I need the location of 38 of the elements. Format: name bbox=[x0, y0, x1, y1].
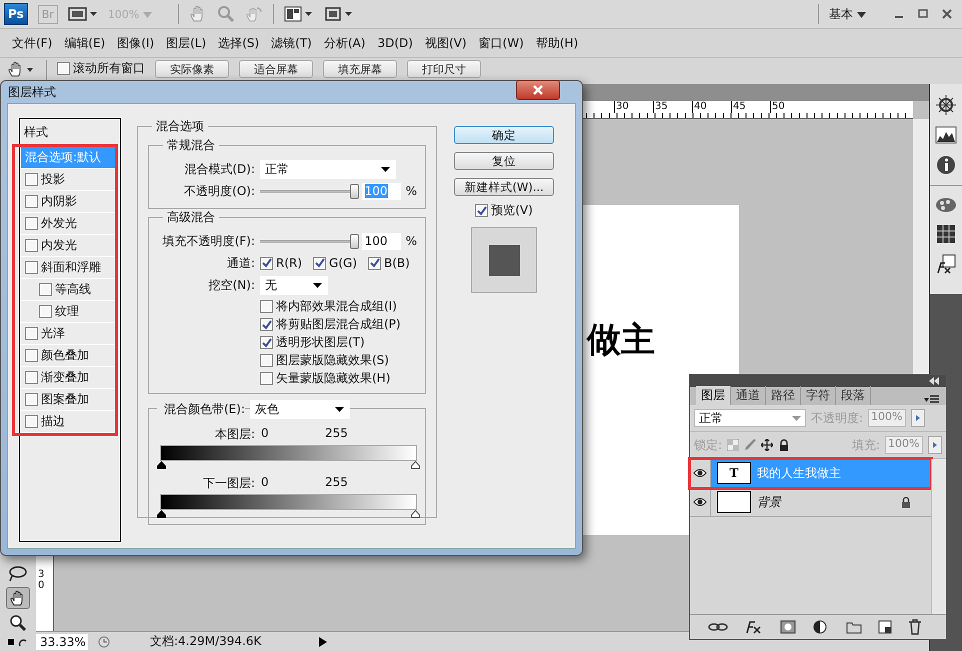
unit-label: % bbox=[406, 184, 417, 198]
field-label: 混合颜色带(E): bbox=[157, 400, 245, 418]
low-value: 0 bbox=[260, 426, 270, 442]
band-label: 下一图层: bbox=[202, 475, 255, 492]
unit-label: % bbox=[406, 234, 417, 248]
group-title: 高级混合 bbox=[163, 209, 219, 226]
group-title: 常规混合 bbox=[163, 137, 219, 154]
styles-heading: 样式 bbox=[23, 124, 49, 141]
checkbox-label: 滚动所有窗口 bbox=[73, 60, 145, 77]
group-title: 混合选项 bbox=[152, 118, 208, 135]
field-label: 锁定: bbox=[694, 436, 722, 454]
layer-thumbnail: T bbox=[717, 462, 751, 484]
band-label: 本图层: bbox=[214, 426, 255, 443]
field-label: 不透明度(O): bbox=[183, 182, 255, 200]
checkbox-label: 将内部效果混合成组(I) bbox=[276, 298, 397, 315]
checkbox-label: 图层蒙版隐藏效果(S) bbox=[276, 352, 389, 369]
checkbox-label: 将剪贴图层混合成组(P) bbox=[276, 316, 401, 333]
field-label: 不透明度: bbox=[811, 410, 864, 426]
field-label: 通道: bbox=[226, 254, 255, 272]
document-size: 文档:4.29M/394.6K bbox=[149, 633, 262, 650]
canvas-text: 做主 bbox=[587, 319, 655, 362]
checkbox-label: R(R) bbox=[276, 256, 302, 270]
high-value: 255 bbox=[325, 426, 348, 442]
field-label: 填充不透明度(F): bbox=[162, 232, 255, 250]
low-value: 0 bbox=[260, 475, 270, 491]
high-value: 255 bbox=[325, 475, 348, 491]
checkbox-label: 矢量蒙版隐藏效果(H) bbox=[276, 370, 390, 387]
field-label: 填充: bbox=[852, 436, 880, 454]
layer-name: 我的人生我做主 bbox=[757, 464, 842, 482]
checkbox-label: 透明形状图层(T) bbox=[276, 334, 365, 351]
field-label: 混合模式(D): bbox=[183, 160, 255, 178]
checkbox-label: 预览(V) bbox=[491, 202, 533, 219]
checkbox-label: G(G) bbox=[329, 256, 358, 270]
layer-name: 背景 bbox=[757, 494, 783, 510]
field-label: 挖空(N): bbox=[208, 276, 255, 294]
ruler-label: 30 bbox=[37, 569, 46, 591]
dialog-title: 图层样式 bbox=[8, 84, 56, 100]
checkbox-label: B(B) bbox=[384, 256, 410, 270]
